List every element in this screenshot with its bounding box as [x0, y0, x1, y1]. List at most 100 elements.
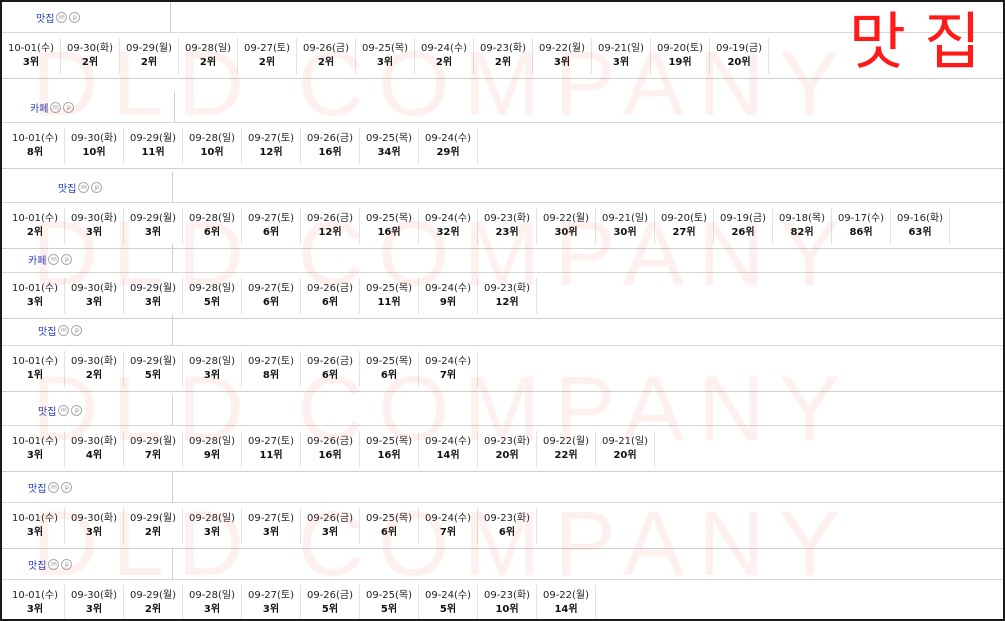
rank-value: 5위: [439, 604, 457, 615]
rank-cell: 09-23(화) 2위: [474, 38, 533, 74]
rank-cell: 10-01(수) 3위: [2, 38, 61, 74]
keyword-label[interactable]: 맛집 m p: [28, 557, 73, 572]
rank-value: 6위: [321, 297, 339, 308]
keyword-text: 맛집: [58, 184, 77, 195]
rank-date: 09-25(목): [365, 283, 413, 294]
rank-value: 20위: [727, 57, 751, 68]
keyword-header: 맛집 m p: [2, 472, 1003, 503]
rank-date: 09-22(월): [542, 436, 590, 447]
rank-date: 09-29(월): [129, 436, 177, 447]
keyword-label[interactable]: 맛집 m p: [38, 323, 83, 338]
rank-date: 09-27(토): [247, 513, 295, 524]
rank-cell: 09-28(일) 2위: [179, 38, 238, 74]
rank-cell: 09-29(월) 11위: [124, 128, 183, 164]
rank-row: 10-01(수) 2위 09-30(화) 3위 09-29(월) 3위 09-28(일) 6위…: [6, 208, 950, 244]
rank-date: 09-29(월): [129, 513, 177, 524]
rank-cell: 09-16(화) 63위: [891, 208, 950, 244]
rank-date: 09-22(월): [542, 590, 590, 601]
rank-value: 2위: [435, 57, 453, 68]
mobile-badge-icon: m: [56, 12, 68, 23]
rank-date: 09-18(목): [778, 213, 826, 224]
rank-date: 10-01(수): [11, 436, 59, 447]
keyword-label[interactable]: 맛집 m p: [28, 480, 73, 495]
rank-value: 3위: [26, 604, 44, 615]
rank-date: 09-25(목): [365, 590, 413, 601]
keyword-label[interactable]: 카페 m p: [30, 100, 75, 115]
pc-badge-icon: p: [61, 482, 73, 493]
rank-date: 09-27(토): [247, 213, 295, 224]
rank-value: 2위: [144, 604, 162, 615]
rank-date: 09-20(토): [656, 43, 704, 54]
rank-date: 09-25(목): [365, 513, 413, 524]
rank-date: 09-28(일): [188, 356, 236, 367]
rank-cell: 09-28(일) 10위: [183, 128, 242, 164]
rank-value: 63위: [908, 227, 932, 238]
rank-value: 12위: [259, 147, 283, 158]
rank-cell: 09-21(일) 3위: [592, 38, 651, 74]
rank-date: 09-28(일): [188, 213, 236, 224]
header-divider: [172, 395, 173, 425]
rank-cell: 09-26(금) 6위: [301, 351, 360, 387]
keyword-text: 맛집: [28, 484, 47, 495]
rank-date: 09-25(목): [365, 356, 413, 367]
rank-date: 09-26(금): [306, 283, 354, 294]
rank-date: 09-27(토): [247, 133, 295, 144]
rank-date: 09-30(화): [70, 436, 118, 447]
rank-value: 1위: [26, 370, 44, 381]
rank-date: 09-20(토): [660, 213, 708, 224]
rank-cell: 09-27(토) 6위: [242, 208, 301, 244]
rank-cell: 09-30(화) 3위: [65, 208, 124, 244]
keyword-header: 맛집 m p: [2, 315, 1003, 346]
rank-cell: 09-28(일) 5위: [183, 278, 242, 314]
rank-cell: 09-19(금) 20위: [710, 38, 769, 74]
rank-cell: 09-21(일) 30위: [596, 208, 655, 244]
rank-cell: 09-22(월) 22위: [537, 431, 596, 467]
rank-value: 3위: [85, 604, 103, 615]
rank-cell: 09-30(화) 10위: [65, 128, 124, 164]
rank-row: 10-01(수) 3위 09-30(화) 3위 09-29(월) 3위 09-28(일) 5위…: [6, 278, 537, 314]
rank-date: 09-24(수): [424, 590, 472, 601]
rank-date: 09-30(화): [70, 590, 118, 601]
rank-value: 30위: [613, 227, 637, 238]
rank-value: 3위: [203, 370, 221, 381]
rank-value: 5위: [203, 297, 221, 308]
rank-cell: 09-25(목) 34위: [360, 128, 419, 164]
rank-value: 9위: [203, 450, 221, 461]
rank-value: 32위: [436, 227, 460, 238]
rank-date: 09-28(일): [188, 133, 236, 144]
keyword-label[interactable]: 맛집 m p: [36, 10, 81, 25]
rank-value: 11위: [259, 450, 283, 461]
rank-cell: 10-01(수) 3위: [6, 278, 65, 314]
rank-date: 09-30(화): [66, 43, 114, 54]
rank-value: 2위: [258, 57, 276, 68]
rank-value: 16위: [377, 227, 401, 238]
rank-cell: 09-27(토) 8위: [242, 351, 301, 387]
rank-cell: 10-01(수) 3위: [6, 431, 65, 467]
rank-value: 4위: [85, 450, 103, 461]
rank-date: 09-27(토): [243, 43, 291, 54]
mobile-badge-icon: m: [78, 182, 90, 193]
keyword-text: 카페: [30, 104, 49, 115]
rank-value: 2위: [81, 57, 99, 68]
rank-cell: 09-17(수) 86위: [832, 208, 891, 244]
rank-cell: 09-26(금) 6위: [301, 278, 360, 314]
rank-date: 09-30(화): [70, 213, 118, 224]
rank-cell: 09-25(목) 5위: [360, 585, 419, 619]
rank-value: 3위: [144, 227, 162, 238]
keyword-label[interactable]: 맛집 m p: [38, 403, 83, 418]
rank-date: 09-26(금): [306, 436, 354, 447]
rank-value: 3위: [26, 450, 44, 461]
rank-cell: 10-01(수) 3위: [6, 585, 65, 619]
rank-value: 6위: [203, 227, 221, 238]
keyword-label[interactable]: 카페 m p: [28, 252, 73, 267]
rank-cell: 09-27(토) 2위: [238, 38, 297, 74]
rank-value: 11위: [141, 147, 165, 158]
keyword-label[interactable]: 맛집 m p: [58, 180, 103, 195]
rank-date: 10-01(수): [11, 133, 59, 144]
rank-value: 20위: [613, 450, 637, 461]
rank-value: 22위: [554, 450, 578, 461]
rank-date: 09-24(수): [424, 513, 472, 524]
rank-row: 10-01(수) 3위 09-30(화) 4위 09-29(월) 7위 09-28(일) 9위…: [6, 431, 655, 467]
rank-value: 2위: [140, 57, 158, 68]
rank-date: 09-24(수): [424, 133, 472, 144]
